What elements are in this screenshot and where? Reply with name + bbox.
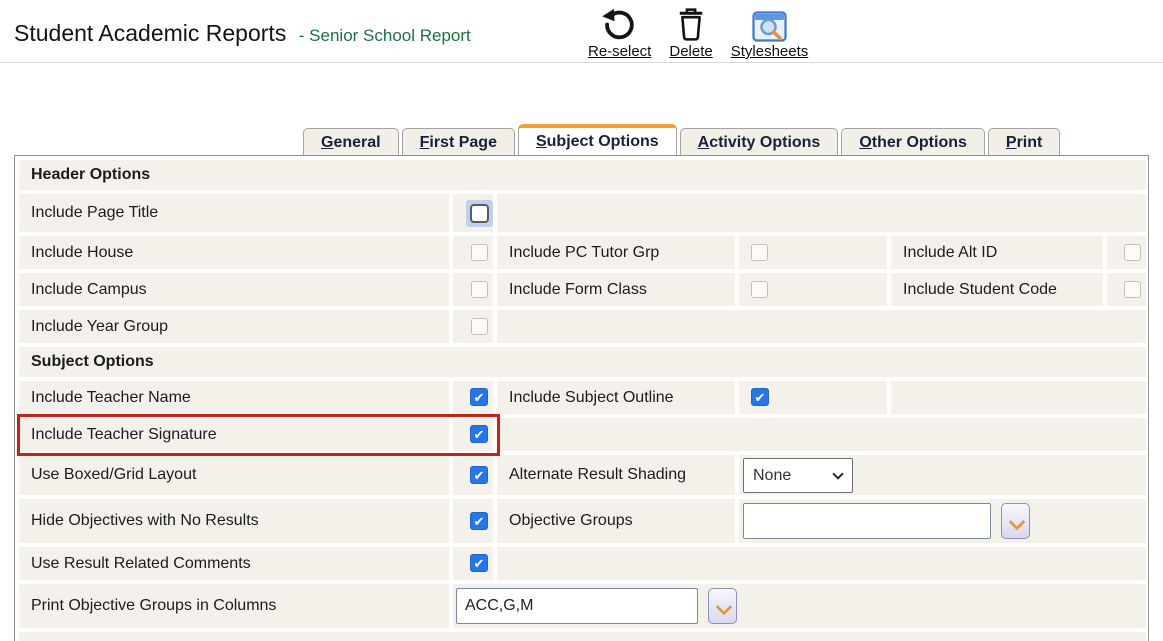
row-use-result-related-comments: Use Result Related Comments <box>19 547 1146 580</box>
include-subject-outline-checkbox[interactable] <box>751 388 769 406</box>
checkbox-focus-ring <box>466 200 493 227</box>
delete-button[interactable]: Delete <box>669 5 712 60</box>
row-use-boxed-grid-layout: Use Boxed/Grid Layout Alternate Result S… <box>19 455 1146 495</box>
use-result-related-comments-label: Use Result Related Comments <box>19 547 449 580</box>
row-include-teacher-name: Include Teacher Name Include Subject Out… <box>19 381 1146 414</box>
trash-icon <box>677 5 705 42</box>
include-page-title-checkbox[interactable] <box>470 204 489 223</box>
empty-cell <box>497 418 1146 451</box>
use-boxed-grid-layout-checkbox[interactable] <box>470 466 488 484</box>
alternate-result-shading-select[interactable]: None <box>743 458 853 493</box>
objective-groups-label: Objective Groups <box>497 499 735 543</box>
include-house-checkbox[interactable] <box>471 244 488 261</box>
tab-activity-options[interactable]: Activity Options <box>680 128 839 156</box>
use-boxed-grid-layout-label: Use Boxed/Grid Layout <box>19 455 449 495</box>
row-include-year-group: Include Year Group <box>19 310 1146 343</box>
app-window: Student Academic Reports - Senior School… <box>0 0 1163 641</box>
include-subject-outline-label: Include Subject Outline <box>497 381 735 414</box>
include-year-group-label: Include Year Group <box>19 310 449 343</box>
objective-groups-picker-button[interactable] <box>1001 503 1030 539</box>
row-include-house: Include House Include PC Tutor Grp Inclu… <box>19 236 1146 269</box>
row-include-page-title: Include Page Title <box>19 194 1146 232</box>
tab-general[interactable]: General <box>303 128 399 156</box>
include-teacher-signature-label: Include Teacher Signature <box>19 418 449 451</box>
empty-cell <box>497 194 1146 232</box>
alternate-result-shading-select-wrap: None <box>743 458 853 493</box>
page-subtitle: - Senior School Report <box>299 26 471 45</box>
stylesheets-window-icon <box>752 5 787 42</box>
title-block: Student Academic Reports - Senior School… <box>14 20 471 47</box>
stylesheets-button[interactable]: Stylesheets <box>731 5 809 60</box>
include-teacher-name-label: Include Teacher Name <box>19 381 449 414</box>
hide-objectives-label: Hide Objectives with No Results <box>19 499 449 543</box>
include-page-title-label: Include Page Title <box>19 194 449 232</box>
empty-cell <box>891 381 1146 414</box>
row-hide-objectives: Hide Objectives with No Results Objectiv… <box>19 499 1146 543</box>
include-form-class-label: Include Form Class <box>497 273 735 306</box>
print-objective-groups-input[interactable] <box>456 588 698 624</box>
hide-objectives-checkbox[interactable] <box>470 512 488 530</box>
empty-cell <box>497 547 1146 580</box>
undo-icon <box>599 5 641 42</box>
page-title: Student Academic Reports <box>14 20 286 46</box>
empty-cell <box>497 310 1146 343</box>
include-alt-id-label: Include Alt ID <box>891 236 1103 269</box>
include-form-class-checkbox[interactable] <box>751 281 768 298</box>
section-header-options: Header Options <box>19 160 1146 190</box>
include-campus-checkbox[interactable] <box>471 281 488 298</box>
objective-groups-input[interactable] <box>743 503 991 539</box>
include-house-label: Include House <box>19 236 449 269</box>
tab-other-options[interactable]: Other Options <box>841 128 985 156</box>
delete-label: Delete <box>669 43 712 60</box>
section-header-partial <box>19 632 1146 641</box>
row-include-campus: Include Campus Include Form Class Includ… <box>19 273 1146 306</box>
tab-first-page[interactable]: First Page <box>402 128 515 156</box>
stylesheets-label: Stylesheets <box>731 43 809 60</box>
include-teacher-name-checkbox[interactable] <box>470 388 488 406</box>
section-row-header-options: Header Options <box>19 160 1146 190</box>
reselect-label: Re-select <box>588 43 651 60</box>
include-campus-label: Include Campus <box>19 273 449 306</box>
include-alt-id-checkbox[interactable] <box>1124 244 1141 261</box>
print-objective-groups-label: Print Objective Groups in Columns <box>19 584 449 628</box>
options-panel: Header Options Include Page Title Includ… <box>14 155 1149 641</box>
section-row-subject-options: Subject Options <box>19 347 1146 377</box>
options-table: Header Options Include Page Title Includ… <box>15 156 1149 641</box>
tab-bar: General First Page Subject Options Activ… <box>303 124 1063 156</box>
include-pc-tutor-grp-label: Include PC Tutor Grp <box>497 236 735 269</box>
toolbar: Re-select Delete <box>588 5 808 60</box>
section-row-partial <box>19 632 1146 641</box>
include-teacher-signature-checkbox[interactable] <box>470 425 488 443</box>
tab-print[interactable]: Print <box>988 128 1060 156</box>
row-print-objective-groups: Print Objective Groups in Columns <box>19 584 1146 628</box>
alternate-result-shading-label: Alternate Result Shading <box>497 455 735 495</box>
include-year-group-checkbox[interactable] <box>471 318 488 335</box>
print-objective-groups-picker-button[interactable] <box>708 588 737 624</box>
include-student-code-label: Include Student Code <box>891 273 1103 306</box>
row-include-teacher-signature: Include Teacher Signature <box>19 418 1146 451</box>
include-pc-tutor-grp-checkbox[interactable] <box>751 244 768 261</box>
reselect-button[interactable]: Re-select <box>588 5 651 60</box>
section-subject-options: Subject Options <box>19 347 1146 377</box>
include-student-code-checkbox[interactable] <box>1124 281 1141 298</box>
tab-subject-options[interactable]: Subject Options <box>518 124 677 156</box>
app-header: Student Academic Reports - Senior School… <box>0 0 1163 63</box>
use-result-related-comments-checkbox[interactable] <box>470 554 488 572</box>
